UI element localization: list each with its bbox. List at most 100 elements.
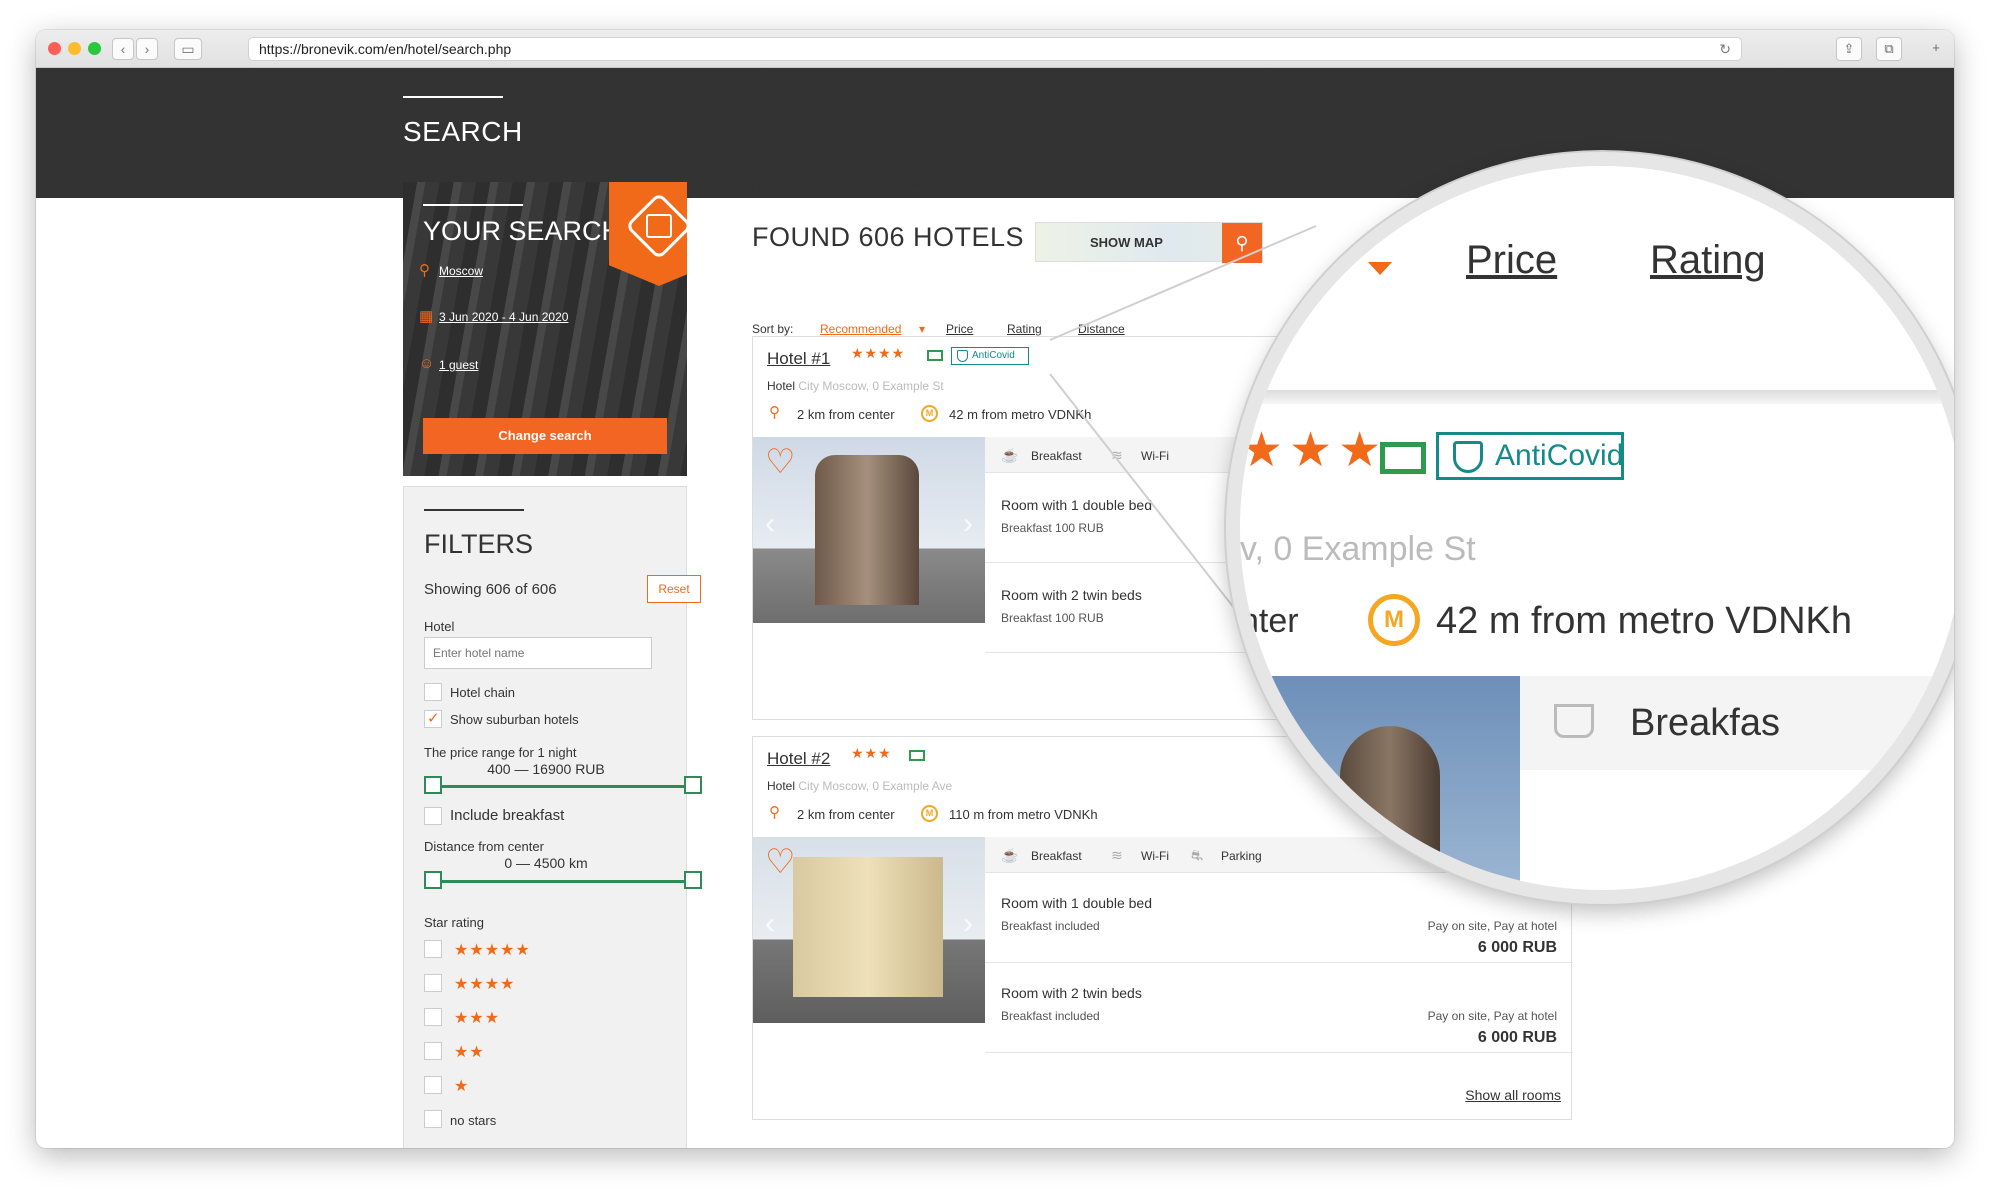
- photo-next-icon[interactable]: ›: [963, 907, 973, 941]
- breakfast-cup-icon: ☕: [1001, 847, 1019, 863]
- reload-icon[interactable]: ↻: [1719, 38, 1731, 60]
- two-stars-option: ★★: [454, 1044, 485, 1061]
- magnifier-sort-price[interactable]: Price: [1466, 238, 1557, 283]
- address-bar[interactable]: https://bronevik.com/en/hotel/search.php…: [248, 37, 1742, 61]
- distance-min-handle[interactable]: [424, 871, 442, 889]
- breadcrumb-home-link[interactable]: Home: [752, 178, 785, 192]
- one-star-option: ★: [454, 1078, 470, 1095]
- room-title: Room with 2 twin beds: [1001, 587, 1142, 603]
- include-breakfast-checkbox[interactable]: [424, 807, 442, 825]
- magnifier-amenity-breakfast: Breakfas: [1630, 702, 1780, 744]
- magnifier-sort-row: d Price Rating: [1240, 166, 1954, 392]
- hotel-chain-checkbox[interactable]: [424, 683, 442, 701]
- sort-dropdown-icon[interactable]: ▾: [919, 322, 925, 336]
- amenity-breakfast: Breakfast: [1031, 449, 1082, 463]
- search-dates-link[interactable]: ▦ 3 Jun 2020 - 4 Jun 2020: [419, 308, 568, 325]
- hotel-name-link[interactable]: Hotel #2: [767, 749, 830, 769]
- two-stars-checkbox[interactable]: [424, 1042, 442, 1060]
- distance-range-slider[interactable]: [424, 871, 702, 889]
- reset-filters-button[interactable]: Reset: [647, 575, 701, 603]
- hotel-type: Hotel: [767, 779, 796, 793]
- favorite-heart-icon[interactable]: ♡: [765, 445, 803, 479]
- sort-recommended[interactable]: Recommended: [820, 322, 901, 336]
- price-max-handle[interactable]: [684, 776, 702, 794]
- hotel-name-link[interactable]: Hotel #1: [767, 349, 830, 369]
- room-row[interactable]: Room with 2 twin beds Breakfast included…: [985, 963, 1573, 1053]
- breadcrumb: Home / Russia / Hotels in Moscow: [752, 178, 960, 192]
- magnifier-sort-recommended[interactable]: d: [1270, 246, 1292, 291]
- room-title: Room with 1 double bed: [1001, 895, 1152, 911]
- favorite-heart-icon[interactable]: ♡: [765, 845, 803, 879]
- hotel-name-input[interactable]: [424, 637, 652, 669]
- guests-icon: ☺: [419, 355, 435, 372]
- zoom-window-icon[interactable]: [88, 42, 101, 55]
- amenity-wifi: Wi-Fi: [1141, 449, 1169, 463]
- room-breakfast: Breakfast included: [1001, 919, 1100, 933]
- magnifier-metro-icon: M: [1368, 594, 1420, 646]
- header-accent-line: [403, 96, 503, 98]
- new-tab-icon[interactable]: +: [1926, 37, 1946, 61]
- three-stars-checkbox[interactable]: [424, 1008, 442, 1026]
- photo-prev-icon[interactable]: ‹: [765, 507, 775, 541]
- amenity-breakfast: Breakfast: [1031, 849, 1082, 863]
- magnifier-lens: d Price Rating ★★★ AntiCovid v, 0 Exampl…: [1226, 152, 1954, 904]
- magnifier-building-image: [1340, 726, 1440, 890]
- show-all-rooms-link[interactable]: Show all rooms: [1465, 1087, 1561, 1103]
- page-title: SEARCH: [403, 116, 523, 147]
- close-window-icon[interactable]: [48, 42, 61, 55]
- distance-to-center: 2 km from center: [797, 807, 895, 822]
- search-city-link[interactable]: ⚲ Moscow: [419, 262, 483, 279]
- magnifier-sort-rating[interactable]: Rating: [1650, 238, 1766, 283]
- distance-max-handle[interactable]: [684, 871, 702, 889]
- magnifier-anticovid-badge: AntiCovid: [1436, 432, 1624, 480]
- five-stars-checkbox[interactable]: [424, 940, 442, 958]
- include-breakfast-label: Include breakfast: [450, 807, 565, 824]
- price-range-slider[interactable]: [424, 776, 702, 794]
- price-min-handle[interactable]: [424, 776, 442, 794]
- sidebar-toggle-icon[interactable]: ▭: [174, 38, 202, 60]
- room-title: Room with 2 twin beds: [1001, 985, 1142, 1001]
- photo-next-icon[interactable]: ›: [963, 507, 973, 541]
- suburban-label: Show suburban hotels: [450, 712, 579, 727]
- hotel-photo[interactable]: ♡ ‹ ›: [753, 437, 985, 623]
- hotel-filter-label: Hotel: [424, 619, 455, 634]
- magnifier-dropdown-icon: [1368, 262, 1392, 275]
- back-icon[interactable]: ‹: [112, 38, 134, 60]
- sort-rating[interactable]: Rating: [1007, 322, 1042, 336]
- three-stars-option: ★★★: [454, 1010, 501, 1027]
- breakfast-cup-icon: ☕: [1001, 447, 1019, 463]
- forward-icon[interactable]: ›: [136, 38, 158, 60]
- location-pin-icon: ⚲: [419, 262, 430, 279]
- search-guests: 1 guest: [439, 358, 479, 372]
- magnifier-anticovid-label: AntiCovid: [1495, 439, 1624, 472]
- filters-showing-count: Showing 606 of 606: [424, 581, 557, 598]
- no-stars-checkbox[interactable]: [424, 1110, 442, 1128]
- magnifier-address: v, 0 Example St: [1240, 530, 1476, 568]
- show-map-button[interactable]: SHOW MAP ⚲: [1035, 222, 1263, 263]
- minimize-window-icon[interactable]: [68, 42, 81, 55]
- room-title: Room with 1 double bed: [1001, 497, 1152, 513]
- photo-prev-icon[interactable]: ‹: [765, 907, 775, 941]
- tabs-overview-icon[interactable]: ⧉: [1876, 37, 1902, 61]
- distance-range-value: 0 — 4500 km: [504, 855, 588, 871]
- four-stars-checkbox[interactable]: [424, 974, 442, 992]
- location-pin-icon: ⚲: [769, 804, 780, 821]
- search-guests-link[interactable]: ☺ 1 guest: [419, 355, 479, 372]
- suburban-checkbox[interactable]: ✓: [424, 710, 442, 728]
- wifi-icon: ≋: [1111, 847, 1123, 863]
- sort-distance[interactable]: Distance: [1078, 322, 1125, 336]
- hotel-address: Hotel City Moscow, 0 Example Ave: [767, 779, 952, 793]
- five-stars-option: ★★★★★: [454, 942, 531, 959]
- sort-price[interactable]: Price: [946, 322, 973, 336]
- room-payment: Pay on site, Pay at hotel: [1427, 919, 1557, 933]
- calendar-icon: ▦: [419, 308, 434, 325]
- magnifier-metro-distance: 42 m from metro VDNKh: [1436, 600, 1852, 642]
- breadcrumb-country-link[interactable]: Russia: [802, 178, 841, 192]
- magnifier-content: d Price Rating ★★★ AntiCovid v, 0 Exampl…: [1240, 166, 1954, 890]
- hotel-photo[interactable]: ♡ ‹ ›: [753, 837, 985, 1023]
- room-price: 6 000 RUB: [1477, 1029, 1557, 1046]
- one-star-checkbox[interactable]: [424, 1076, 442, 1094]
- hotel-address-text: City Moscow, 0 Example Ave: [798, 779, 953, 793]
- change-search-button[interactable]: Change search: [423, 418, 667, 454]
- share-icon[interactable]: ⇪: [1836, 37, 1862, 61]
